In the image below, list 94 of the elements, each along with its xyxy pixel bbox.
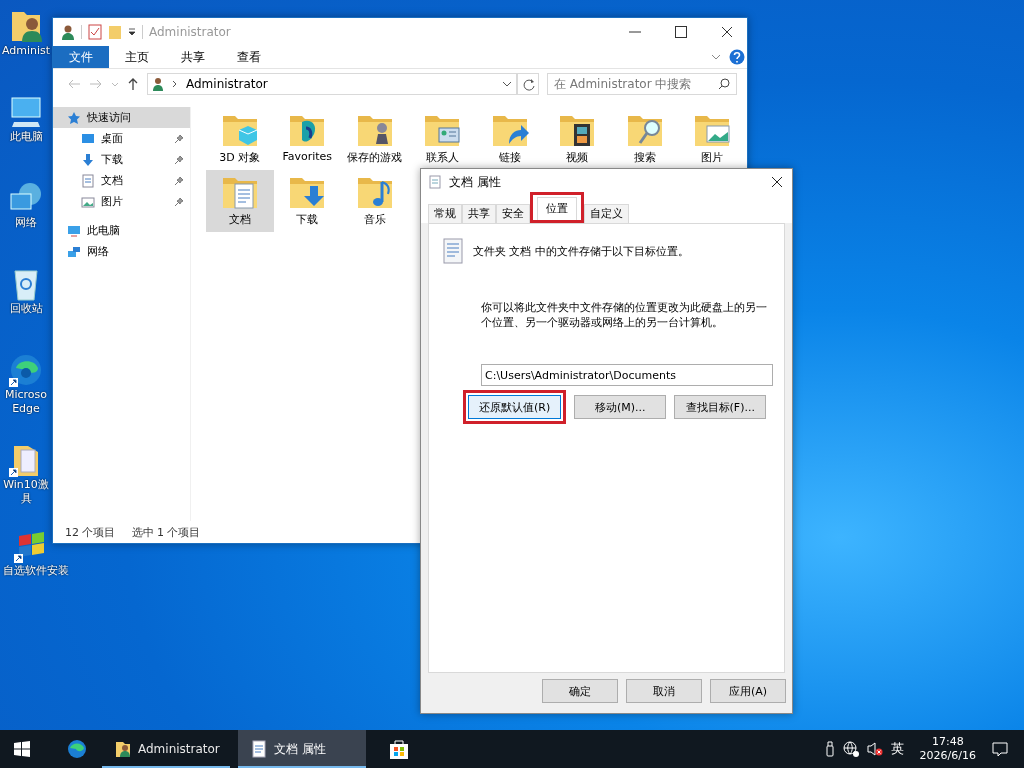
tab[interactable]: 安全 <box>496 204 530 223</box>
search-field[interactable]: 在 Administrator 中搜索 <box>547 73 737 95</box>
ribbon-tab[interactable]: 共享 <box>165 46 221 68</box>
folder-item[interactable]: 视频 <box>543 108 611 170</box>
desktop-icon <box>81 131 95 146</box>
folder-item[interactable]: 音乐 <box>341 170 409 232</box>
document-icon <box>429 175 441 189</box>
pin-icon[interactable] <box>174 154 184 165</box>
edge-icon[interactable] <box>66 738 88 760</box>
help-icon[interactable] <box>729 49 745 65</box>
icon-label: 此电脑 <box>9 130 43 144</box>
folder-item[interactable]: 联系人 <box>408 108 476 170</box>
folder-item[interactable]: 下载 <box>273 170 341 232</box>
nav-item[interactable]: 下载 <box>53 149 190 170</box>
pin-icon[interactable] <box>174 196 184 207</box>
folder-item[interactable]: 保存的游戏 <box>341 108 409 170</box>
dialog-title: 文档 属性 <box>449 173 501 191</box>
tab[interactable]: 常规 <box>428 204 462 223</box>
windows-logo-icon[interactable] <box>14 741 30 757</box>
ribbon-tab[interactable]: 主页 <box>109 46 165 68</box>
dialog-button[interactable]: 取消 <box>626 679 702 703</box>
nav-item[interactable]: 文档 <box>53 170 190 191</box>
dialog-button[interactable]: 查找目标(F)... <box>674 395 767 419</box>
user-icon <box>152 77 164 91</box>
language-indicator[interactable]: 英 <box>890 740 904 758</box>
description-text: 文件夹 文档 中的文件存储于以下目标位置。 <box>473 243 689 259</box>
usb-drive-icon[interactable] <box>824 741 835 757</box>
icon-label: 回收站 <box>9 302 43 316</box>
chevron-down-icon[interactable] <box>502 80 512 88</box>
breadcrumb-item[interactable]: Administrator <box>186 77 268 91</box>
tab[interactable]: 共享 <box>462 204 496 223</box>
star-icon <box>67 110 81 125</box>
clock-date[interactable]: 2026/6/16 <box>919 749 976 763</box>
dialog-button[interactable]: 应用(A) <box>710 679 786 703</box>
notification-icon[interactable] <box>992 741 1008 757</box>
icon-label: Administ <box>1 44 51 58</box>
nav-item[interactable]: 快速访问 <box>53 107 190 128</box>
document-icon <box>81 173 95 188</box>
computer-icon <box>67 223 81 238</box>
checklist-icon[interactable] <box>88 24 102 40</box>
ribbon-tab[interactable]: 查看 <box>221 46 277 68</box>
user-icon <box>61 24 75 40</box>
edge-icon <box>8 352 44 388</box>
path-field[interactable]: C:\Users\Administrator\Documents <box>481 364 773 386</box>
address-bar[interactable]: Administrator <box>147 73 517 95</box>
breadcrumb-chevron-icon <box>172 79 178 89</box>
status-text: 12 个项目 <box>65 524 116 540</box>
icon-label: Win10激 <box>3 478 49 492</box>
chevron-down-icon[interactable] <box>711 53 721 61</box>
folder-item[interactable]: 3D 对象 <box>206 108 274 170</box>
folder-item[interactable]: 搜索 <box>611 108 679 170</box>
folder-item[interactable]: 文档 <box>206 170 274 232</box>
document-icon <box>250 740 268 758</box>
pin-icon[interactable] <box>174 175 184 186</box>
nav-item[interactable]: 桌面 <box>53 128 190 149</box>
computer-icon <box>8 94 44 130</box>
dialog-button[interactable]: 确定 <box>542 679 618 703</box>
folder-item[interactable]: 链接 <box>476 108 544 170</box>
pin-icon[interactable] <box>174 133 184 144</box>
nav-item[interactable]: 网络 <box>53 241 190 262</box>
icon-label: 具 <box>20 492 32 506</box>
icon-label: Edge <box>12 402 40 416</box>
picture-icon <box>81 194 95 209</box>
search-icon[interactable] <box>718 78 730 90</box>
nav-item[interactable]: 图片 <box>53 191 190 212</box>
icon-label: 自选软件安装 <box>3 564 69 578</box>
dialog-button[interactable]: 还原默认值(R) <box>468 395 562 419</box>
refresh-icon[interactable] <box>517 73 539 95</box>
taskbar-button[interactable]: 文档 属性 <box>238 730 366 768</box>
clock-time[interactable]: 17:48 <box>931 735 964 749</box>
download-arrow-icon <box>81 152 95 167</box>
tab[interactable]: 位置 <box>537 197 577 220</box>
folder-item[interactable]: Favorites <box>273 108 341 170</box>
document-icon <box>443 238 463 264</box>
store-bag-icon[interactable] <box>388 738 410 760</box>
up-arrow-icon[interactable] <box>127 77 139 91</box>
tab[interactable]: 自定义 <box>584 204 629 223</box>
nav-item[interactable]: 此电脑 <box>53 220 190 241</box>
network-icon <box>67 244 81 259</box>
maximize-icon[interactable] <box>675 26 687 38</box>
speaker-muted-icon[interactable] <box>866 741 883 757</box>
explanation-text: 你可以将此文件夹中文件存储的位置更改为此硬盘上的另一个位置、另一个驱动器或网络上的另一台计算机。 <box>481 300 768 330</box>
icon-label: 网络 <box>15 216 37 230</box>
close-icon[interactable] <box>771 176 783 188</box>
icon-label: Microso <box>4 388 48 402</box>
folder-user-icon <box>114 740 132 758</box>
ribbon-tab[interactable]: 文件 <box>53 46 109 68</box>
folder-item[interactable]: 图片 <box>678 108 746 170</box>
globe-icon[interactable] <box>842 741 859 757</box>
dialog-button[interactable]: 移动(M)... <box>574 395 667 419</box>
status-text: 选中 1 个项目 <box>131 524 201 540</box>
close-icon[interactable] <box>721 26 733 38</box>
taskbar-button[interactable]: Administrator <box>102 730 230 768</box>
window-title: Administrator <box>149 25 231 39</box>
